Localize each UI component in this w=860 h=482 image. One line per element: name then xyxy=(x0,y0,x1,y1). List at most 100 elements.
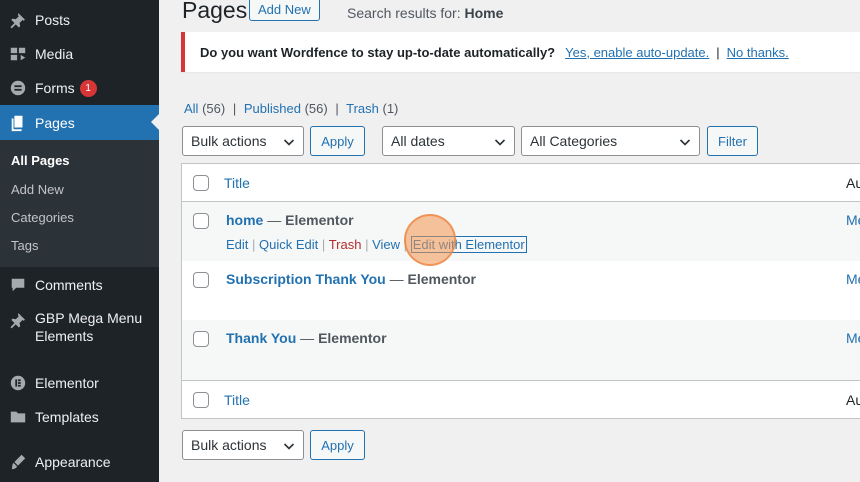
action-separator: | xyxy=(365,237,369,252)
bulk-actions-select[interactable]: Bulk actions xyxy=(182,126,304,156)
admin-sidebar: Posts Media Forms 1 Pages All Pages Add … xyxy=(0,0,159,482)
menu-forms[interactable]: Forms 1 xyxy=(0,76,159,100)
chevron-down-icon xyxy=(679,135,691,147)
categories-filter-select[interactable]: All Categories xyxy=(521,126,700,156)
page-title-link[interactable]: Thank You xyxy=(226,330,296,346)
chevron-down-icon xyxy=(494,135,506,147)
view-trash-label: Trash xyxy=(346,101,379,116)
view-all-count: (56) xyxy=(202,101,226,116)
action-separator: | xyxy=(321,237,326,252)
media-icon xyxy=(8,44,28,64)
menu-comments[interactable]: Comments xyxy=(0,273,159,297)
page-title-link[interactable]: Subscription Thank You xyxy=(226,271,386,287)
author-link[interactable]: Me xyxy=(846,271,860,287)
menu-label: Forms xyxy=(35,80,75,96)
filter-button[interactable]: Filter xyxy=(707,126,758,156)
column-title-footer[interactable]: Title xyxy=(224,392,250,408)
trash-link[interactable]: Trash xyxy=(329,237,362,252)
add-new-button[interactable]: Add New xyxy=(249,0,320,21)
author-link[interactable]: Me xyxy=(846,330,860,346)
page-title-link[interactable]: home xyxy=(226,212,263,228)
pages-submenu: All Pages Add New Categories Tags xyxy=(0,140,159,267)
select-all-checkbox-footer[interactable] xyxy=(193,392,209,408)
post-state: Elementor xyxy=(407,271,476,287)
table-row: home — Elementor Me Edit | Quick Edit | … xyxy=(182,202,860,261)
chevron-down-icon xyxy=(283,439,295,451)
title-dash: — xyxy=(296,330,319,346)
menu-appearance[interactable]: Appearance xyxy=(0,450,159,474)
notice-separator: | xyxy=(716,44,720,60)
post-state: Elementor xyxy=(318,330,387,346)
page-title: Pages xyxy=(182,0,248,23)
author-link[interactable]: Me xyxy=(846,212,860,228)
edit-link[interactable]: Edit xyxy=(226,237,248,252)
view-published-label: Published xyxy=(243,101,301,116)
row-title: Subscription Thank You — Elementor xyxy=(226,271,476,287)
active-arrow xyxy=(151,114,159,130)
table-row: Subscription Thank You — Elementor Me xyxy=(182,261,860,320)
row-actions: Edit | Quick Edit | Trash | View | Edit … xyxy=(226,236,527,253)
search-term: Home xyxy=(464,5,504,21)
comments-icon xyxy=(8,275,28,295)
notice-text: Do you want Wordfence to stay up-to-date… xyxy=(200,44,556,60)
brush-icon xyxy=(8,452,28,472)
view-all-label: All xyxy=(184,101,199,116)
row-title: home — Elementor xyxy=(226,212,354,228)
submenu-add-new[interactable]: Add New xyxy=(11,182,64,197)
select-all-checkbox[interactable] xyxy=(193,175,209,191)
apply-button[interactable]: Apply xyxy=(310,126,365,156)
menu-posts[interactable]: Posts xyxy=(0,8,159,32)
table-row: Thank You — Elementor Me xyxy=(182,320,860,380)
submenu-tags[interactable]: Tags xyxy=(11,238,38,253)
title-dash: — xyxy=(263,212,286,228)
row-checkbox[interactable] xyxy=(193,272,209,288)
post-state: Elementor xyxy=(285,212,354,228)
status-views: All (56) | Published (56) | Trash (1) xyxy=(184,101,398,116)
menu-label: Media xyxy=(35,46,74,62)
elementor-icon xyxy=(8,373,28,393)
menu-label: GBP Mega Menu Elements xyxy=(35,310,143,344)
pin-icon xyxy=(8,310,28,330)
dates-filter-select[interactable]: All dates xyxy=(382,126,515,156)
enable-auto-update-link[interactable]: Yes, enable auto-update. xyxy=(565,45,709,60)
menu-label: Pages xyxy=(35,114,75,131)
view-published-link[interactable]: Published (56) xyxy=(244,101,328,116)
menu-media[interactable]: Media xyxy=(0,42,159,66)
search-results-label: Search results for: Home xyxy=(347,5,503,21)
submenu-categories[interactable]: Categories xyxy=(11,210,74,225)
apply-button-bottom[interactable]: Apply xyxy=(310,430,365,460)
menu-pages[interactable]: Pages xyxy=(0,105,159,140)
menu-label: Elementor xyxy=(35,375,99,391)
bulk-actions-value: Bulk actions xyxy=(191,437,267,453)
no-thanks-link[interactable]: No thanks. xyxy=(727,45,789,60)
action-separator: | xyxy=(252,237,256,252)
edit-with-elementor-link[interactable]: Edit with Elementor xyxy=(410,236,527,253)
pin-icon xyxy=(8,10,28,30)
wordfence-notice: Do you want Wordfence to stay up-to-date… xyxy=(181,32,860,72)
menu-gbp-mega-menu[interactable]: GBP Mega Menu Elements xyxy=(0,309,159,347)
forms-icon xyxy=(8,78,28,98)
title-dash: — xyxy=(385,271,408,287)
menu-templates[interactable]: Templates xyxy=(0,405,159,429)
menu-label: Appearance xyxy=(35,454,111,470)
row-checkbox[interactable] xyxy=(193,331,209,347)
footer-divider xyxy=(182,380,860,381)
quick-edit-link[interactable]: Quick Edit xyxy=(259,237,318,252)
column-title-header[interactable]: Title xyxy=(224,175,250,191)
menu-label: Comments xyxy=(35,277,103,293)
notification-badge: 1 xyxy=(79,79,97,97)
view-link[interactable]: View xyxy=(372,237,400,252)
menu-elementor[interactable]: Elementor xyxy=(0,371,159,395)
view-trash-link[interactable]: Trash (1) xyxy=(346,101,398,116)
view-separator: | xyxy=(335,101,339,116)
row-checkbox[interactable] xyxy=(193,213,209,229)
column-author-header: Au xyxy=(846,175,860,191)
view-separator: | xyxy=(232,101,237,116)
view-trash-count: (1) xyxy=(382,101,399,116)
menu-label: Templates xyxy=(35,409,99,425)
view-all-link[interactable]: All (56) xyxy=(184,101,225,116)
submenu-all-pages[interactable]: All Pages xyxy=(11,153,70,168)
chevron-down-icon xyxy=(283,135,295,147)
bulk-actions-select-bottom[interactable]: Bulk actions xyxy=(182,430,304,460)
view-published-count: (56) xyxy=(304,101,328,116)
